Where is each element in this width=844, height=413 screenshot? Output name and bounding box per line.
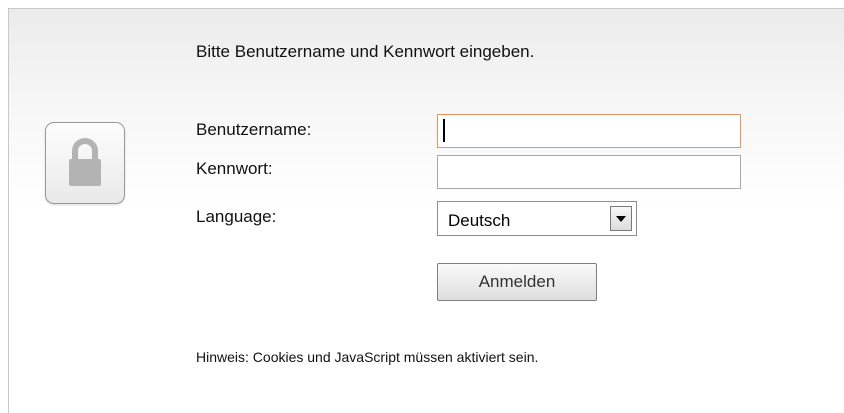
chevron-down-icon[interactable] [610, 206, 632, 231]
lock-badge [45, 122, 125, 204]
page-title: Bitte Benutzername und Kennwort eingeben… [196, 42, 535, 61]
language-selected-value: Deutsch [448, 211, 511, 230]
language-label: Language: [196, 207, 277, 226]
username-label: Benutzername: [196, 120, 312, 139]
password-label: Kennwort: [196, 159, 273, 178]
password-input[interactable] [437, 155, 741, 189]
cookie-hint: Hinweis: Cookies und JavaScript müssen a… [196, 349, 539, 365]
text-cursor [443, 119, 445, 142]
language-select[interactable]: Deutsch [437, 201, 637, 236]
lock-icon [69, 138, 101, 186]
login-button[interactable]: Anmelden [437, 263, 597, 301]
username-input[interactable] [437, 114, 741, 148]
